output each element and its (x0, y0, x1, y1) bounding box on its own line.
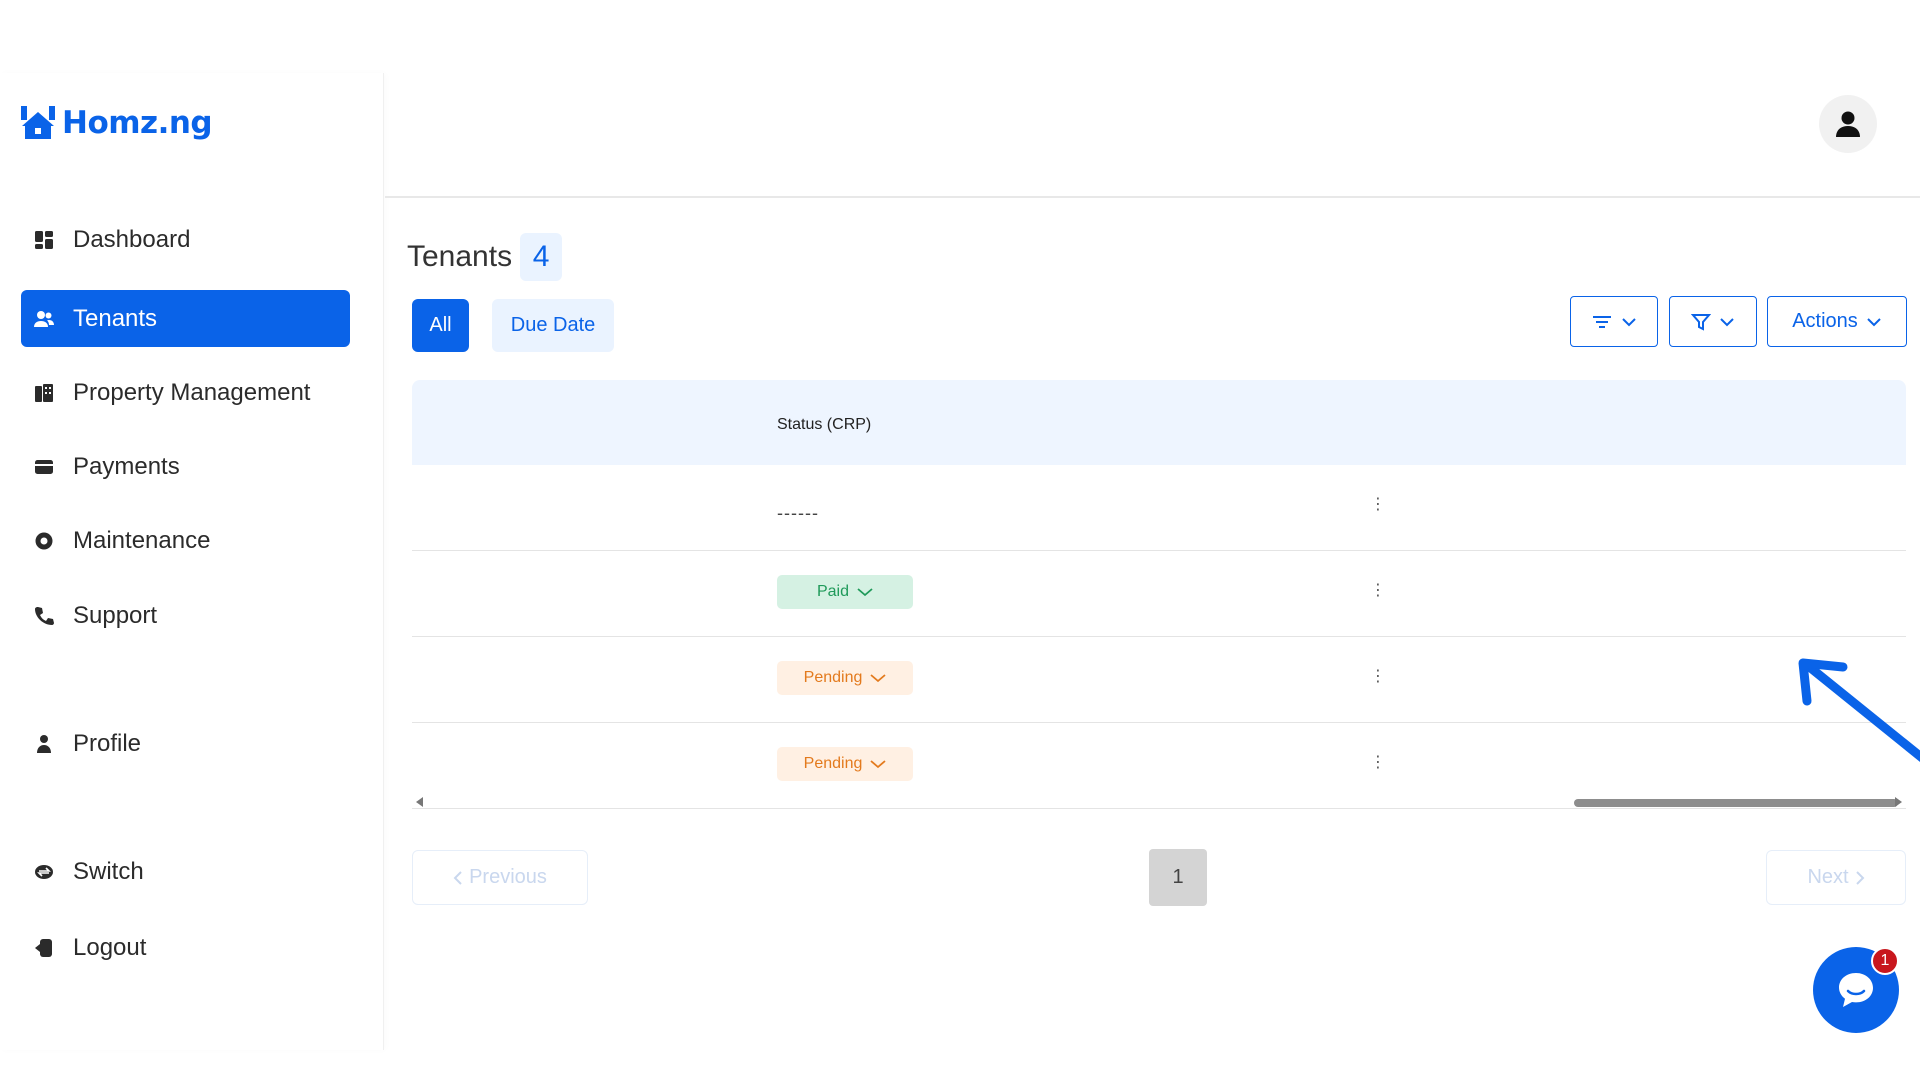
status-label: Paid (816, 583, 850, 600)
row-menu-icon[interactable]: ⋮ (1370, 583, 1386, 599)
sidebar-item-label: Logout (73, 933, 147, 961)
sidebar-item-label: Maintenance (73, 526, 211, 554)
page-title: Tenants (407, 240, 513, 273)
page-header: Tenants 4 (407, 233, 563, 281)
sidebar-item-label: Payments (73, 452, 180, 480)
status-empty: ------ (777, 503, 819, 523)
chevron-right-icon (1855, 870, 1864, 885)
chevron-down-icon (1867, 317, 1881, 326)
chat-notification-badge: 1 (1871, 947, 1899, 975)
sidebar-item-logout[interactable]: Logout (21, 919, 350, 976)
status-label: Pending (803, 669, 863, 686)
building-icon (33, 382, 55, 404)
main-content: Tenants 4 All Due Date Actions Status (C… (385, 73, 1920, 1050)
previous-label: Previous (469, 866, 547, 888)
filter-button[interactable] (1669, 296, 1757, 347)
table-row: Paid ⋮ (412, 551, 1906, 637)
chevron-down-icon (1622, 317, 1636, 326)
table-row: Pending ⋮ (412, 637, 1906, 723)
wallet-icon (33, 456, 55, 478)
switch-icon (33, 861, 55, 883)
user-avatar-button[interactable] (1819, 95, 1877, 153)
previous-page-button[interactable]: Previous (412, 850, 588, 905)
chevron-down-icon (870, 760, 886, 769)
actions-dropdown-button[interactable]: Actions (1767, 296, 1907, 347)
table-header: Status (CRP) (412, 380, 1906, 465)
next-page-button[interactable]: Next (1766, 850, 1906, 905)
chevron-down-icon (870, 674, 886, 683)
sidebar-item-tenants[interactable]: Tenants (21, 290, 350, 347)
row-menu-icon[interactable]: ⋮ (1370, 755, 1386, 771)
status-label: Pending (803, 755, 863, 772)
app-shell: Homz.ng Dashboard Tenants Property Manag… (0, 73, 1920, 1050)
brand-name: Homz.ng (62, 105, 213, 141)
scroll-left-icon[interactable] (416, 797, 423, 807)
sort-lines-icon (1593, 315, 1611, 328)
sidebar-item-profile[interactable]: Profile (21, 715, 350, 772)
sidebar-item-property-management[interactable]: Property Management (21, 364, 350, 421)
sidebar-item-label: Property Management (73, 378, 311, 406)
column-header-status: Status (CRP) (777, 416, 872, 433)
row-menu-icon[interactable]: ⋮ (1370, 497, 1386, 513)
top-bar (385, 73, 1920, 198)
page-number-button[interactable]: 1 (1149, 849, 1207, 906)
annotation-arrow-icon (1798, 658, 1920, 762)
tab-all[interactable]: All (412, 299, 469, 352)
sidebar-item-support[interactable]: Support (21, 587, 350, 644)
sidebar-item-label: Support (73, 601, 158, 629)
gear-icon (33, 530, 55, 552)
sidebar-item-label: Tenants (73, 304, 158, 332)
users-icon (33, 308, 55, 330)
person-icon (33, 733, 55, 755)
next-label: Next (1807, 866, 1849, 888)
actions-label: Actions (1792, 310, 1858, 332)
chat-bubble-icon (1839, 973, 1873, 1007)
chevron-down-icon (1720, 317, 1734, 326)
horizontal-scrollbar[interactable] (412, 795, 1906, 809)
sidebar-item-label: Dashboard (73, 225, 191, 253)
user-avatar-icon (1836, 111, 1860, 137)
chevron-down-icon (857, 588, 873, 597)
tenant-count-badge: 4 (520, 233, 563, 281)
sidebar: Homz.ng Dashboard Tenants Property Manag… (0, 73, 384, 1050)
phone-icon (33, 605, 55, 627)
sidebar-item-label: Profile (73, 729, 142, 757)
sidebar-item-label: Switch (73, 857, 144, 885)
sidebar-item-switch[interactable]: Switch (21, 843, 350, 900)
sort-button[interactable] (1570, 296, 1658, 347)
sidebar-item-payments[interactable]: Payments (21, 438, 350, 495)
table-row: ------ ⋮ (412, 465, 1906, 551)
status-dropdown-pending[interactable]: Pending (777, 661, 913, 695)
dashboard-icon (33, 229, 55, 251)
brand-logo[interactable]: Homz.ng (20, 105, 213, 141)
logout-icon (33, 937, 55, 959)
funnel-icon (1691, 313, 1711, 331)
tab-due-date[interactable]: Due Date (492, 299, 614, 352)
row-menu-icon[interactable]: ⋮ (1370, 669, 1386, 685)
chevron-left-icon (453, 870, 462, 885)
status-dropdown-pending[interactable]: Pending (777, 747, 913, 781)
tenants-table: Status (CRP) ------ ⋮ Paid ⋮ Pending ⋮ P… (412, 380, 1906, 809)
house-logo-icon (21, 106, 55, 139)
sidebar-item-dashboard[interactable]: Dashboard (21, 211, 350, 268)
status-dropdown-paid[interactable]: Paid (777, 575, 913, 609)
sidebar-item-maintenance[interactable]: Maintenance (21, 512, 350, 569)
